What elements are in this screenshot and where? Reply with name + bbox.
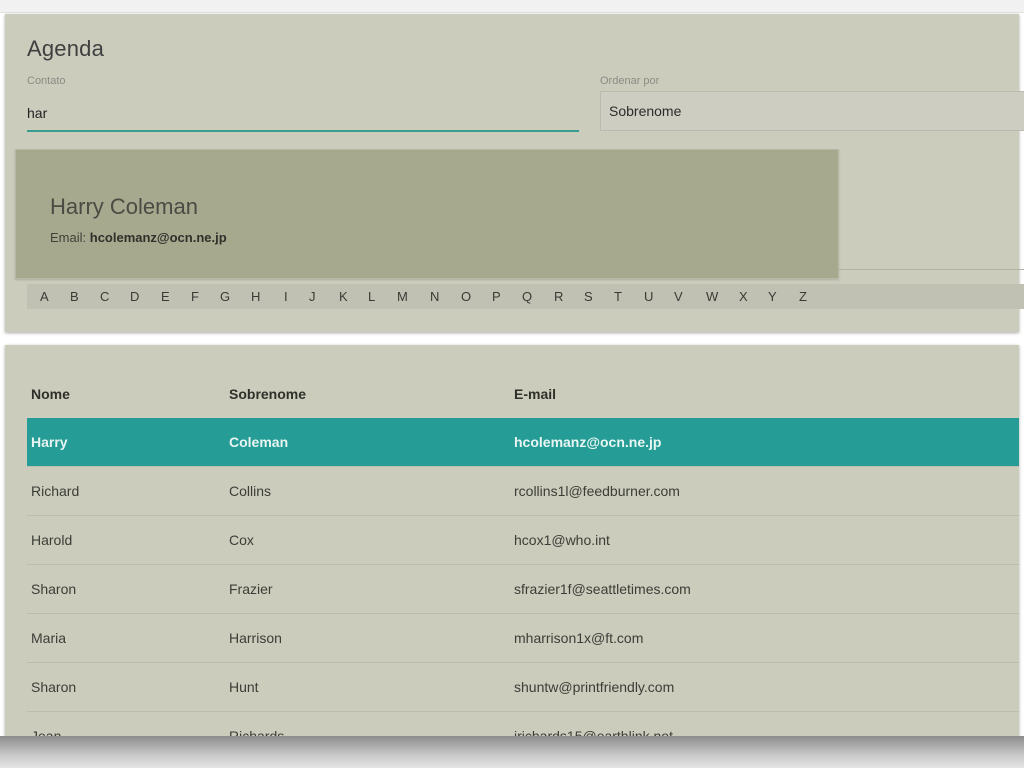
alphabet-letter-o[interactable]: O [461, 289, 471, 304]
last-name-cell: Harrison [225, 613, 510, 663]
alphabet-letter-p[interactable]: P [492, 289, 501, 304]
email-cell: hcox1@who.int [510, 515, 1019, 565]
last-name-cell: Hunt [225, 662, 510, 712]
suggestion-email-value: hcolemanz@ocn.ne.jp [89, 230, 227, 245]
last-name-cell: Frazier [225, 564, 510, 614]
alphabet-letter-f[interactable]: F [191, 289, 199, 304]
table-row[interactable]: Maria Harrison mharrison1x@ft.com [27, 613, 1019, 663]
alphabet-letter-v[interactable]: V [674, 289, 683, 304]
last-name-cell: Cox [225, 515, 510, 565]
email-cell: shuntw@printfriendly.com [510, 662, 1019, 712]
alphabet-letter-u[interactable]: U [644, 289, 653, 304]
table-row[interactable]: Richard Collins rcollins1l@feedburner.com [27, 466, 1019, 516]
alphabet-letter-t[interactable]: T [614, 289, 622, 304]
alphabet-letter-i[interactable]: I [284, 289, 288, 304]
last-name-cell: Coleman [225, 418, 510, 467]
first-name-cell: Harold [27, 515, 225, 565]
alphabet-letter-y[interactable]: Y [768, 289, 777, 304]
suggestion-email-line: Email: hcolemanz@ocn.ne.jp [50, 230, 227, 245]
first-name-cell: Richard [27, 466, 225, 516]
column-header-email[interactable]: E-mail [510, 370, 1019, 418]
column-header-nome[interactable]: Nome [27, 370, 225, 418]
alphabet-letter-b[interactable]: B [70, 289, 79, 304]
column-header-sobrenome[interactable]: Sobrenome [225, 370, 510, 418]
alphabet-letter-s[interactable]: S [584, 289, 593, 304]
suggestion-email-label: Email: [50, 230, 87, 245]
autocomplete-suggestion[interactable]: Harry Coleman Email: hcolemanz@ocn.ne.jp [15, 149, 839, 279]
alphabet-letter-h[interactable]: H [251, 289, 260, 304]
order-by-label: Ordenar por [600, 75, 660, 87]
page-title: Agenda [27, 36, 105, 61]
table-row[interactable]: Sharon Hunt shuntw@printfriendly.com [27, 662, 1019, 712]
first-name-cell: Harry [27, 418, 225, 467]
alphabet-letter-a[interactable]: A [40, 289, 49, 304]
email-cell: sfrazier1f@seattletimes.com [510, 564, 1019, 614]
alphabet-letter-x[interactable]: X [739, 289, 748, 304]
alphabet-letter-e[interactable]: E [161, 289, 170, 304]
window-bottom-shadow [0, 736, 1024, 768]
alphabet-letter-g[interactable]: G [220, 289, 230, 304]
first-name-cell: Sharon [27, 662, 225, 712]
table-row[interactable]: Harry Coleman hcolemanz@ocn.ne.jp [27, 418, 1019, 467]
suggestion-name: Harry Coleman [50, 194, 198, 219]
alphabet-letter-r[interactable]: R [554, 289, 563, 304]
table-row[interactable]: Sharon Frazier sfrazier1f@seattletimes.com [27, 564, 1019, 614]
contact-search-input[interactable] [27, 96, 579, 132]
contacts-list-card: Nome Sobrenome E-mail Harry Coleman hcolem… [5, 345, 1019, 745]
contact-label: Contato [27, 75, 66, 87]
alphabet-filter-bar: A B C D E F G H I J K L M N O P Q R S T U V W X Y Z [27, 284, 1024, 309]
email-cell: hcolemanz@ocn.ne.jp [510, 418, 1019, 467]
alphabet-letter-n[interactable]: N [430, 289, 439, 304]
alphabet-letter-q[interactable]: Q [522, 289, 532, 304]
order-by-select[interactable]: Sobrenome [600, 91, 1024, 131]
contacts-table: Nome Sobrenome E-mail Harry Coleman hcolem… [27, 370, 1019, 745]
last-name-cell: Collins [225, 466, 510, 516]
alphabet-letter-c[interactable]: C [100, 289, 109, 304]
search-card: Agenda Contato Ordenar por Sobrenome Har… [5, 14, 1024, 332]
email-cell: rcollins1l@feedburner.com [510, 466, 1019, 516]
email-cell: mharrison1x@ft.com [510, 613, 1019, 663]
alphabet-letter-d[interactable]: D [130, 289, 139, 304]
first-name-cell: Maria [27, 613, 225, 663]
alphabet-letter-m[interactable]: M [397, 289, 408, 304]
alphabet-letter-l[interactable]: L [368, 289, 375, 304]
alphabet-letter-w[interactable]: W [706, 289, 718, 304]
alphabet-letter-j[interactable]: J [309, 289, 316, 304]
browser-top-edge [0, 0, 1024, 13]
alphabet-letter-z[interactable]: Z [799, 289, 807, 304]
alphabet-letter-k[interactable]: K [339, 289, 348, 304]
first-name-cell: Sharon [27, 564, 225, 614]
table-row[interactable]: Harold Cox hcox1@who.int [27, 515, 1019, 565]
table-header-row: Nome Sobrenome E-mail [27, 370, 1019, 418]
